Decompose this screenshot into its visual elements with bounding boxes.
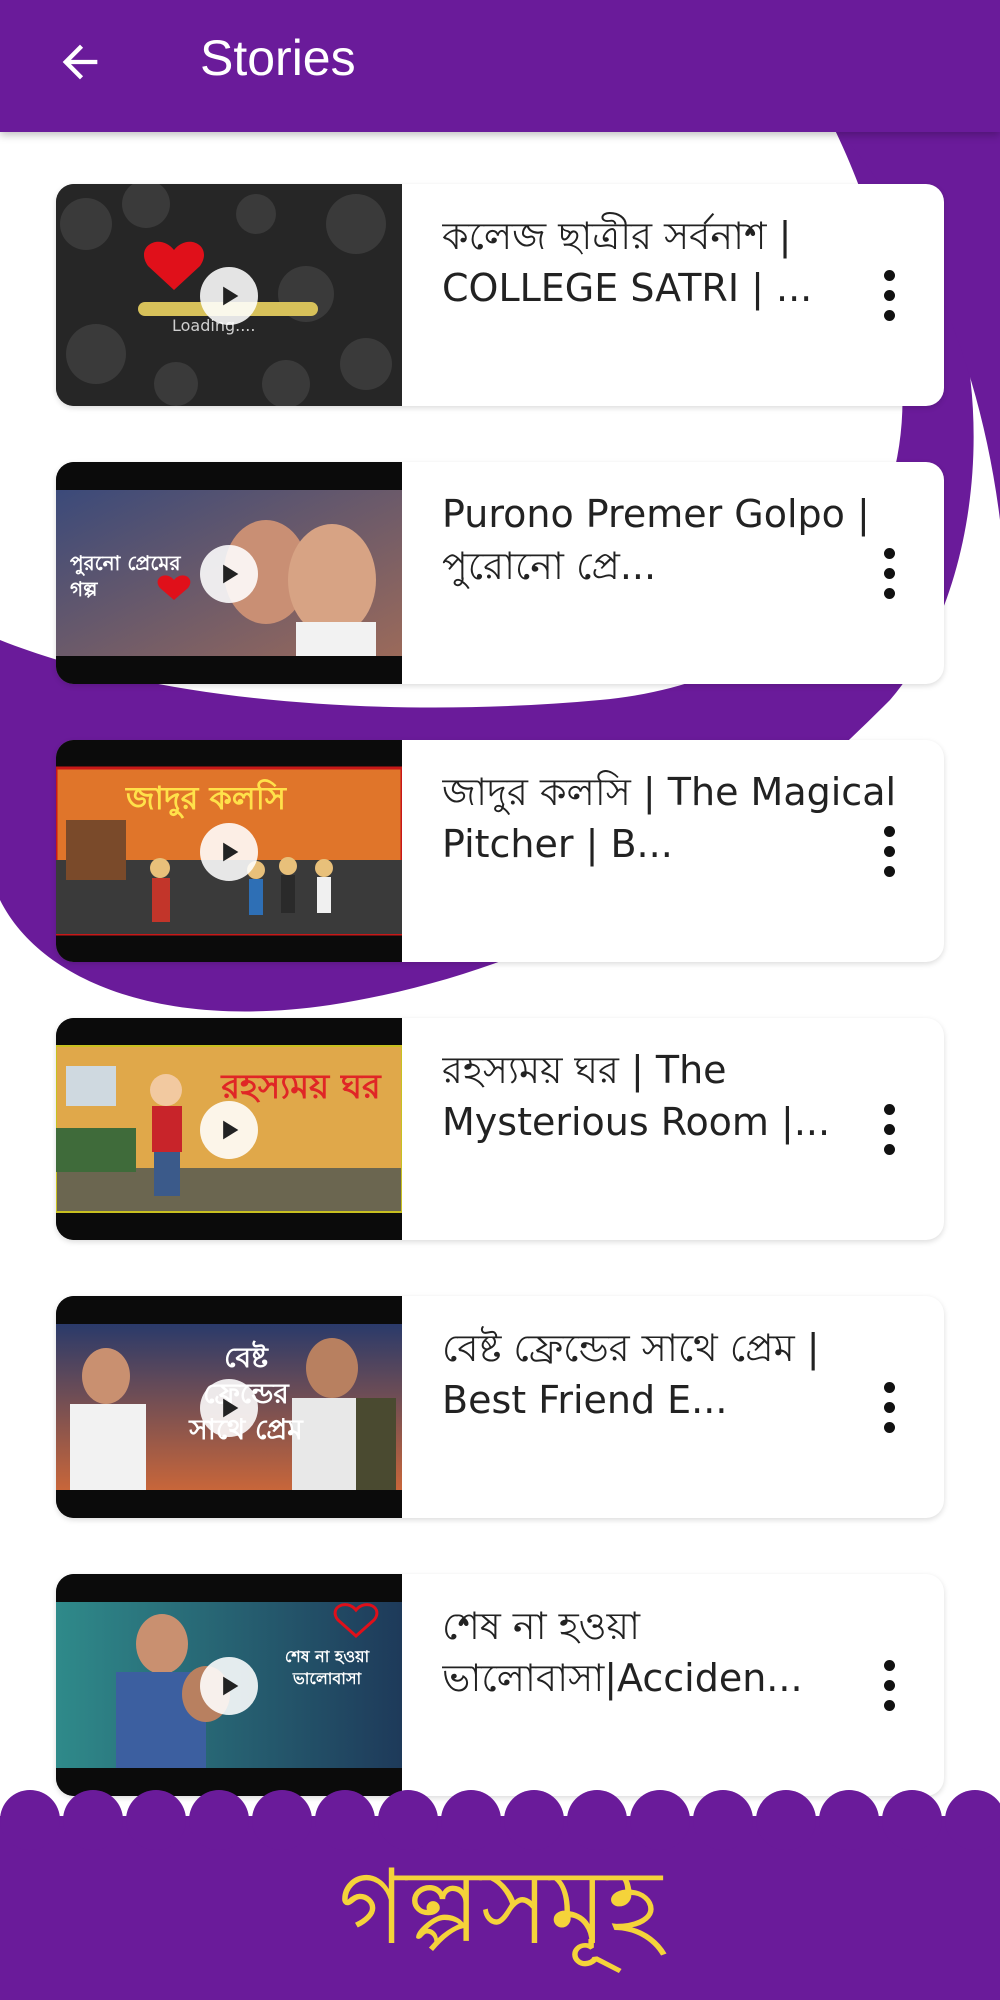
app-bar: Stories: [0, 0, 1000, 132]
more-options-button[interactable]: [874, 1640, 904, 1730]
story-card[interactable]: জাদুর কলসি জাদুর কলসি | The Magical Pitc…: [56, 740, 944, 962]
more-options-button[interactable]: [874, 528, 904, 618]
thumbnail-caption: পুরনো প্রেমের গল্প: [70, 551, 181, 601]
story-title: শেষ না হওয়া ভালোবাসা|Acciden...: [442, 1604, 803, 1700]
story-thumbnail: পুরনো প্রেমের গল্প: [56, 462, 402, 684]
story-thumbnail: Loading....: [56, 184, 402, 406]
thumbnail-caption: শেষ না হওয়া ভালোবাসা: [284, 1647, 370, 1688]
more-options-button[interactable]: [874, 250, 904, 340]
back-button[interactable]: [44, 26, 116, 98]
story-card[interactable]: পুরনো প্রেমের গল্প Purono Premer Golpo |…: [56, 462, 944, 684]
play-icon: [200, 1657, 258, 1715]
arrow-back-icon: [62, 44, 98, 80]
more-options-button[interactable]: [874, 806, 904, 896]
play-icon: [200, 823, 258, 881]
story-card[interactable]: বেষ্ট ফ্রেন্ডের সাথে প্রেম বেষ্ট ফ্রেন্ড…: [56, 1296, 944, 1518]
story-card[interactable]: শেষ না হওয়া ভালোবাসা শেষ না হওয়া ভালোব…: [56, 1574, 944, 1796]
story-thumbnail: জাদুর কলসি: [56, 740, 402, 962]
story-title: Purono Premer Golpo | পুরোনো প্রে...: [442, 492, 870, 588]
story-thumbnail: বেষ্ট ফ্রেন্ডের সাথে প্রেম: [56, 1296, 402, 1518]
more-options-button[interactable]: [874, 1362, 904, 1452]
story-card[interactable]: Loading.... কলেজ ছাত্রীর সর্বনাশ | COLLE…: [56, 184, 944, 406]
story-thumbnail: শেষ না হওয়া ভালোবাসা: [56, 1574, 402, 1796]
play-icon: [200, 545, 258, 603]
play-icon: [200, 267, 258, 325]
story-title: কলেজ ছাত্রীর সর্বনাশ | COLLEGE SATRI | .…: [442, 214, 813, 310]
play-icon: [200, 1379, 258, 1437]
story-title: রহস্যময় ঘর | The Mysterious Room |...: [442, 1048, 831, 1144]
story-title: জাদুর কলসি | The Magical Pitcher | B...: [442, 770, 897, 866]
story-card[interactable]: রহস্যময় ঘর রহস্যময় ঘর | The Mysterious…: [56, 1018, 944, 1240]
story-title: বেষ্ট ফ্রেন্ডের সাথে প্রেম | Best Friend…: [442, 1326, 820, 1422]
more-options-button[interactable]: [874, 1084, 904, 1174]
page-title: Stories: [200, 30, 356, 86]
thumbnail-caption: জাদুর কলসি: [126, 779, 286, 817]
story-thumbnail: রহস্যময় ঘর: [56, 1018, 402, 1240]
footer-title: গল্পসমূহ: [338, 1846, 662, 1968]
play-icon: [200, 1101, 258, 1159]
